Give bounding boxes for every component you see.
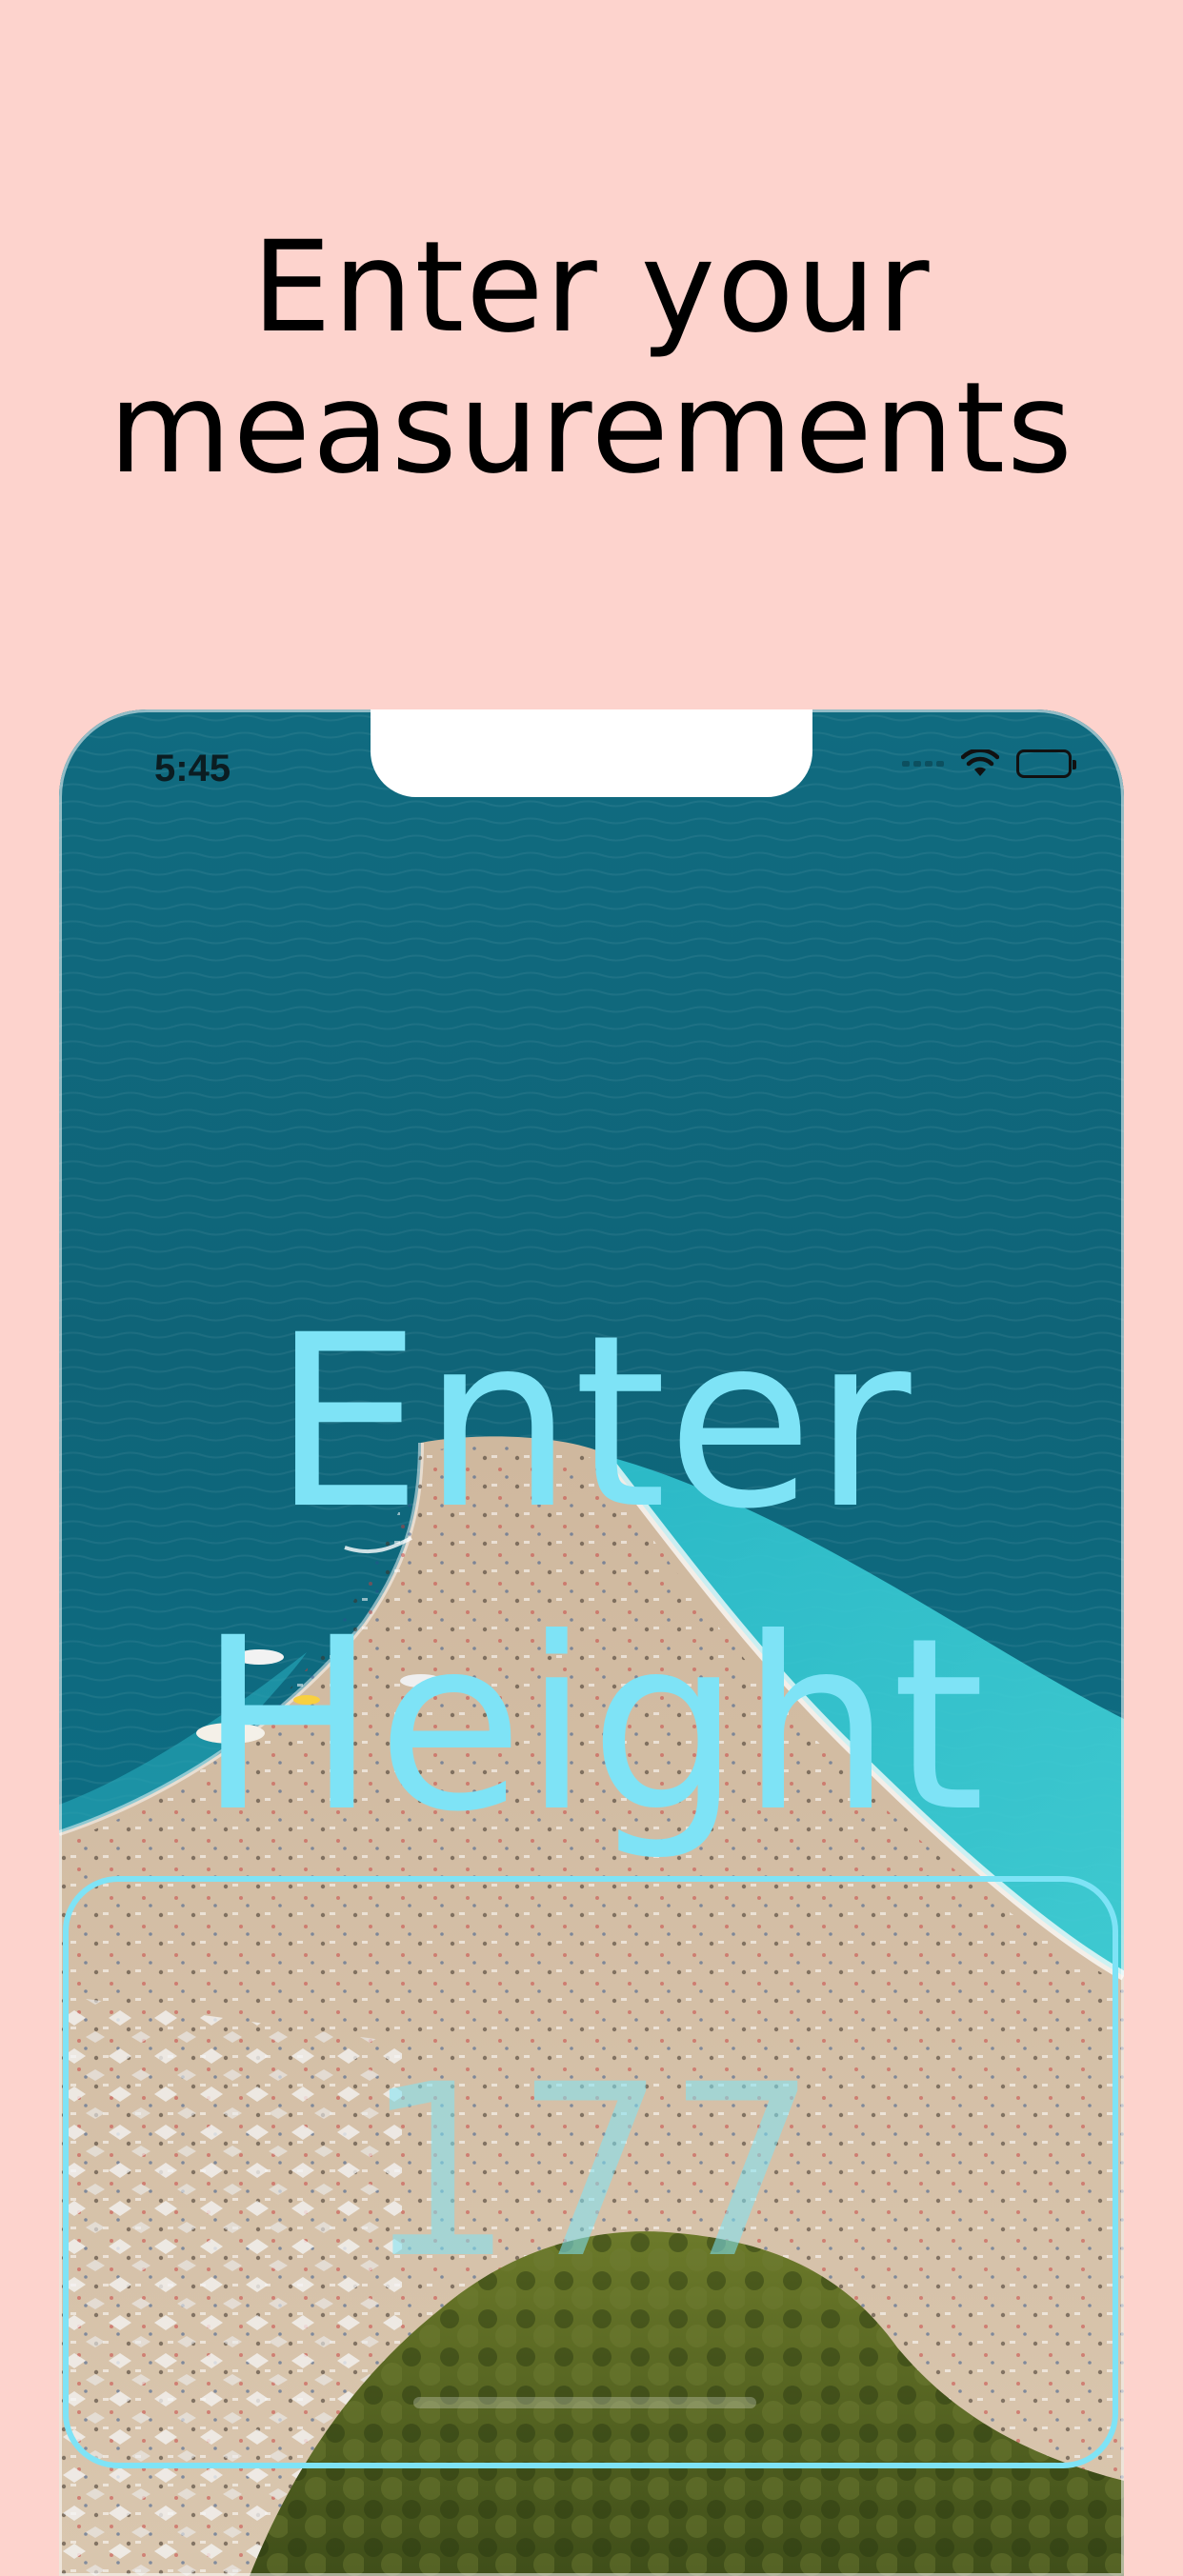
headline-line-1: Enter your [251,214,932,361]
phone-mockup: 5:45 Enter Height 177 [59,709,1124,2576]
battery-icon [1016,749,1076,778]
height-input-field[interactable]: 177 [63,1876,1118,2468]
cellular-signal-icon [902,761,944,767]
prompt-line-1: Enter [271,1284,912,1561]
status-bar-icons [902,749,1076,778]
status-bar-time: 5:45 [154,748,231,789]
device-notch [371,709,812,797]
height-prompt: Enter Height [59,1271,1124,1877]
wifi-icon [961,749,999,778]
home-indicator[interactable] [413,2397,756,2408]
headline-line-2: measurements [109,355,1074,502]
height-value[interactable]: 177 [69,2053,1113,2291]
prompt-line-2: Height [197,1587,986,1864]
page-headline: Enter your measurements [0,217,1183,499]
